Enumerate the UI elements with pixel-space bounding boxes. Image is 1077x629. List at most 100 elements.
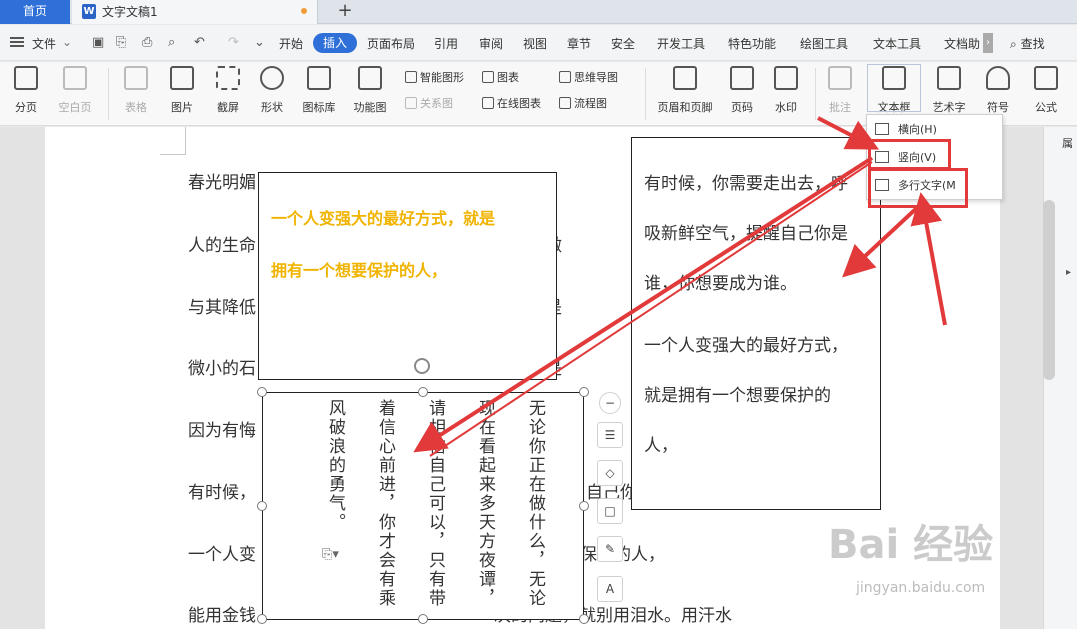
baidu-watermark-url: jingyan.baidu.com <box>856 580 986 596</box>
resize-handle-left[interactable] <box>257 501 267 511</box>
menu-review[interactable]: 审阅 <box>479 35 503 52</box>
fill-color-icon[interactable]: ◇ <box>597 460 623 486</box>
panel-properties-label[interactable]: 属 <box>1062 135 1073 151</box>
quick-access-more-icon[interactable]: ⌄ <box>254 35 265 50</box>
tab-home[interactable]: 首页 <box>0 0 70 24</box>
blank-page-label: 空白页 <box>58 101 92 114</box>
comment-icon <box>828 66 852 90</box>
table-icon <box>124 66 148 90</box>
textbox-horizontal-item[interactable]: 横向(H) <box>875 121 937 137</box>
undo-icon[interactable]: ↶ <box>194 35 205 50</box>
font-icon[interactable]: A <box>597 576 623 602</box>
body-line-7: 一个人变 <box>188 545 256 565</box>
symbol-label: 符号 <box>987 101 1009 114</box>
table-button[interactable]: 表格 <box>118 64 154 115</box>
watermark-button[interactable]: 水印 <box>768 64 804 115</box>
menu-security[interactable]: 安全 <box>611 35 635 52</box>
omega-symbol-icon <box>986 66 1010 90</box>
pen-icon[interactable]: ✎ <box>597 536 623 562</box>
horizontal-text-icon <box>875 123 889 135</box>
picture-label: 图片 <box>171 101 193 114</box>
function-chart-button[interactable]: 功能图 <box>348 64 392 115</box>
resize-handle-top-left[interactable] <box>257 387 267 397</box>
menu-doc-assistant[interactable]: 文档助 <box>944 35 980 52</box>
formula-button[interactable]: 公式 <box>1026 64 1066 115</box>
collapse-tools-icon[interactable]: − <box>599 392 621 414</box>
textbox-button-highlight <box>867 64 921 112</box>
rotate-handle-icon[interactable] <box>414 358 430 374</box>
tab-strip: 首页 W 文字文稿1 + <box>0 0 1077 24</box>
relation-chart-button[interactable]: 关系图 <box>405 95 453 111</box>
multiline-textbox-line-3: 谁，你想要成为谁。 <box>644 274 797 294</box>
outline-color-icon[interactable]: □ <box>597 498 623 524</box>
page-break-label: 分页 <box>15 101 37 114</box>
multiline-textbox-line-2: 吸新鲜空气，提醒自己你是 <box>644 224 848 244</box>
wordart-label: 艺术字 <box>932 101 966 114</box>
menu-scroll-right-icon[interactable]: › <box>983 33 993 53</box>
menu-chapter[interactable]: 章节 <box>567 35 591 52</box>
function-chart-icon <box>358 66 382 90</box>
tab-document[interactable]: W 文字文稿1 <box>72 0 318 24</box>
new-tab-button[interactable]: + <box>334 0 356 24</box>
shape-button[interactable]: 形状 <box>254 64 290 115</box>
menu-start[interactable]: 开始 <box>279 35 303 52</box>
resize-handle-bottom-right[interactable] <box>579 614 589 624</box>
file-menu-chevron-icon[interactable]: ⌄ <box>62 35 72 49</box>
text-wrap-icon[interactable]: ☰ <box>597 422 623 448</box>
comment-button[interactable]: 批注 <box>822 64 858 115</box>
wordart-button[interactable]: 艺术字 <box>926 64 972 115</box>
redo-icon[interactable]: ↷ <box>228 35 239 50</box>
bar-chart-icon <box>482 71 494 83</box>
resize-handle-bottom[interactable] <box>418 614 428 624</box>
chart-button[interactable]: 图表 <box>482 69 519 85</box>
horizontal-textbox[interactable]: 一个人变强大的最好方式，就是 拥有一个想要保护的人， <box>258 172 557 380</box>
menu-features[interactable]: 特色功能 <box>728 35 776 52</box>
resize-handle-top-right[interactable] <box>579 387 589 397</box>
header-footer-button[interactable]: 页眉和页脚 <box>654 64 716 115</box>
vertical-scrollbar[interactable] <box>1043 200 1055 380</box>
export-icon[interactable]: ⎘ <box>116 35 126 50</box>
menu-text-tools[interactable]: 文本工具 <box>873 35 921 52</box>
resize-handle-bottom-left[interactable] <box>257 614 267 624</box>
multiline-textbox[interactable]: 有时候，你需要走出去，呼 吸新鲜空气，提醒自己你是 谁，你想要成为谁。 一个人变… <box>631 137 881 510</box>
menu-developer[interactable]: 开发工具 <box>657 35 705 52</box>
icon-library-button[interactable]: 图标库 <box>298 64 340 115</box>
panel-expand-icon[interactable]: ▸ <box>1066 267 1071 278</box>
mind-map-button[interactable]: 思维导图 <box>559 69 618 85</box>
menu-insert[interactable]: 插入 <box>313 33 357 53</box>
icon-library-label: 图标库 <box>302 101 336 114</box>
picture-button[interactable]: 图片 <box>164 64 200 115</box>
vertical-column-3: 请相信自己可以，只有带 <box>425 399 445 608</box>
menu-references[interactable]: 引用 <box>434 35 458 52</box>
save-icon[interactable]: ▣ <box>92 35 104 50</box>
blank-page-button[interactable]: 空白页 <box>52 64 98 115</box>
resize-handle-top[interactable] <box>418 387 428 397</box>
menu-drawing-tools[interactable]: 绘图工具 <box>800 35 848 52</box>
shape-label: 形状 <box>261 101 283 114</box>
paste-options-icon[interactable]: ⎘▾ <box>322 547 339 562</box>
table-label: 表格 <box>125 101 147 114</box>
ribbon-separator <box>108 68 109 120</box>
vertical-textbox[interactable]: 无论你正在做什么，无论 现在看起来多天方夜谭， 请相信自己可以，只有带 着信心前… <box>262 392 584 620</box>
hamburger-icon[interactable] <box>10 37 24 47</box>
file-menu[interactable]: 文件 <box>32 35 56 52</box>
screenshot-button[interactable]: 截屏 <box>210 64 246 115</box>
multiline-textbox-line-4: 一个人变强大的最好方式， <box>644 336 848 356</box>
menu-view[interactable]: 视图 <box>523 35 547 52</box>
page-number-button[interactable]: 页码 <box>724 64 760 115</box>
mind-map-label: 思维导图 <box>574 71 618 84</box>
page-break-button[interactable]: 分页 <box>8 64 44 115</box>
print-icon[interactable]: ⎙ <box>142 35 152 50</box>
print-preview-icon[interactable]: ⌕ <box>168 35 175 50</box>
resize-handle-right[interactable] <box>579 501 589 511</box>
page-number-label: 页码 <box>731 101 753 114</box>
symbol-button[interactable]: 符号 <box>980 64 1016 115</box>
relation-chart-label: 关系图 <box>420 97 453 110</box>
menu-page-layout[interactable]: 页面布局 <box>367 35 415 52</box>
smart-shape-button[interactable]: 智能图形 <box>405 69 464 85</box>
online-chart-button[interactable]: 在线图表 <box>482 95 541 111</box>
search-button[interactable]: ⌕ 查找 <box>1010 35 1045 52</box>
flow-chart-button[interactable]: 流程图 <box>559 95 607 111</box>
function-chart-label: 功能图 <box>353 101 387 114</box>
comment-label: 批注 <box>829 101 851 114</box>
